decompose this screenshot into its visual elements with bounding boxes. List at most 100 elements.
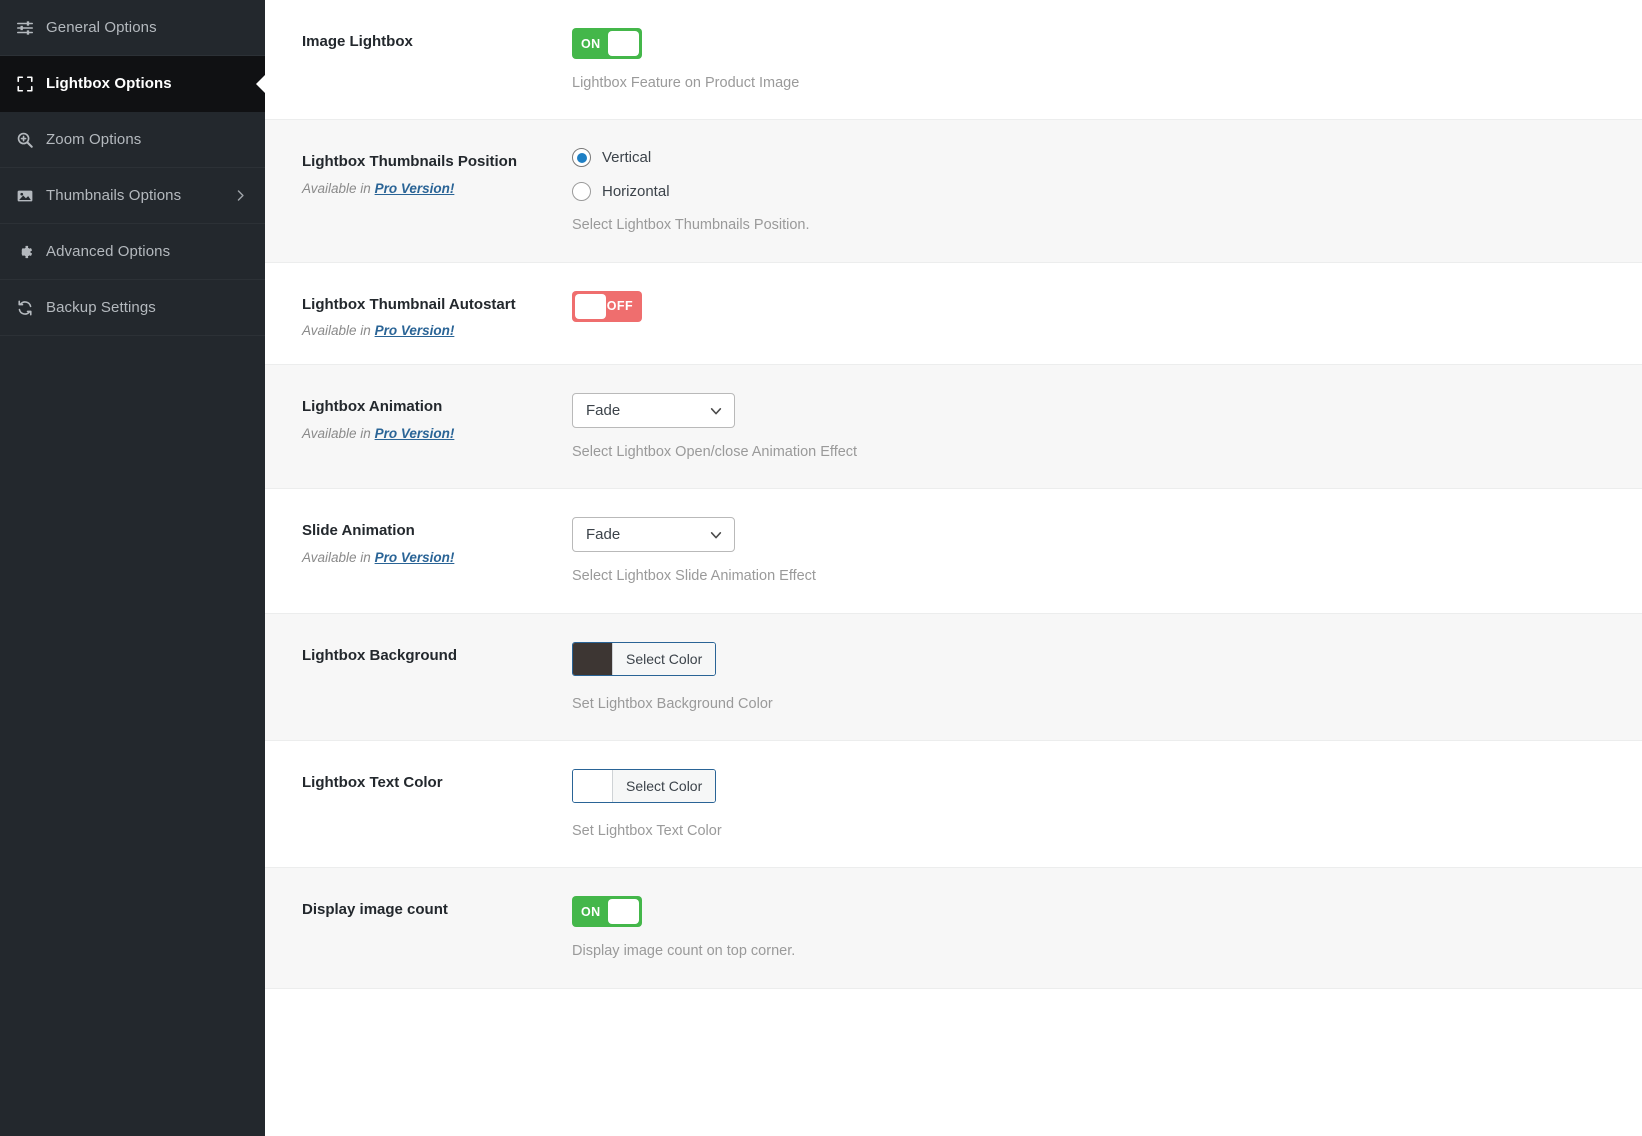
settings-page: General Options Lightbox Options Zoom Opti…	[0, 0, 1642, 1136]
sidebar-nav: General Options Lightbox Options Zoom Opti…	[0, 0, 265, 1136]
setting-control-block: Select Color Set Lightbox Background Colo…	[572, 640, 1642, 714]
chevron-right-icon[interactable]	[233, 189, 247, 203]
sidebar-item-backup-settings[interactable]: Backup Settings	[0, 280, 265, 336]
setting-title: Lightbox Text Color	[302, 773, 443, 791]
pro-version-note: Available in Pro Version!	[302, 550, 572, 565]
available-in-text: Available in	[302, 425, 371, 441]
chevron-down-icon	[709, 528, 723, 542]
setting-control-block: ON Display image count on top corner.	[572, 894, 1642, 961]
select-color-button[interactable]: Select Color	[612, 642, 716, 675]
setting-title: Slide Animation	[302, 522, 415, 540]
pro-version-note: Available in Pro Version!	[302, 426, 572, 441]
select-value: Fade	[586, 526, 621, 544]
setting-title: Lightbox Thumbnails Position	[302, 153, 517, 171]
help-text: Set Lightbox Background Color	[572, 695, 773, 712]
help-text: Select Lightbox Open/close Animation Eff…	[572, 444, 858, 461]
setting-label-block: Lightbox Background	[302, 640, 572, 714]
select-lightbox-animation[interactable]: Fade	[572, 393, 735, 429]
setting-control-block: Fade Select Lightbox Slide Animation Effe…	[572, 515, 1642, 586]
setting-control-block: OFF	[572, 289, 1642, 339]
sidebar-item-general-options[interactable]: General Options	[0, 0, 265, 56]
sidebar-item-label: Zoom Options	[46, 131, 142, 148]
color-swatch	[573, 642, 612, 675]
setting-label-block: Lightbox Thumbnails Position Available in…	[302, 146, 572, 235]
sidebar-item-zoom-options[interactable]: Zoom Options	[0, 112, 265, 168]
sidebar-item-label: Thumbnails Options	[46, 187, 182, 204]
help-text: Set Lightbox Text Color	[572, 822, 722, 839]
setting-label-block: Image Lightbox	[302, 26, 572, 93]
pro-version-link[interactable]: Pro Version!	[375, 181, 455, 196]
settings-content: Image Lightbox ON Lightbox Feature on Prod…	[265, 0, 1642, 1136]
radio-option-vertical[interactable]: Vertical	[572, 148, 1642, 168]
toggle-image-lightbox[interactable]: ON	[572, 28, 642, 59]
select-value: Fade	[586, 402, 621, 420]
toggle-knob	[608, 31, 639, 56]
help-text: Select Lightbox Thumbnails Position.	[572, 217, 810, 234]
sidebar-item-label: Lightbox Options	[46, 75, 172, 92]
toggle-knob	[575, 293, 606, 319]
help-text: Select Lightbox Slide Animation Effect	[572, 568, 816, 585]
available-in-text: Available in	[302, 323, 371, 339]
setting-row-image-lightbox: Image Lightbox ON Lightbox Feature on Prod…	[265, 0, 1642, 121]
setting-control-block: Vertical Horizontal Select Lightbox Thumbn…	[572, 146, 1642, 235]
pro-version-note: Available in Pro Version!	[302, 181, 572, 196]
setting-label-block: Display image count	[302, 894, 572, 961]
setting-label-block: Slide Animation Available in Pro Version!	[302, 515, 572, 586]
pro-version-note: Available in Pro Version!	[302, 323, 572, 338]
color-picker-lightbox-text-color[interactable]: Select Color	[572, 768, 717, 803]
select-color-button[interactable]: Select Color	[612, 769, 716, 802]
active-indicator-caret	[256, 74, 265, 93]
radio-group-lightbox-thumbnails-position: Vertical Horizontal	[572, 148, 1642, 202]
toggle-knob	[608, 899, 639, 925]
setting-title: Display image count	[302, 901, 448, 919]
pro-version-link[interactable]: Pro Version!	[375, 550, 455, 565]
toggle-lightbox-thumbnail-autostart[interactable]: OFF	[572, 290, 642, 322]
toggle-state-label: ON	[581, 904, 601, 919]
radio-indicator	[572, 182, 591, 202]
setting-label-block: Lightbox Text Color	[302, 767, 572, 841]
pro-version-link[interactable]: Pro Version!	[375, 426, 455, 441]
sidebar-item-lightbox-options[interactable]: Lightbox Options	[0, 56, 265, 112]
radio-option-horizontal[interactable]: Horizontal	[572, 182, 1642, 202]
setting-title: Lightbox Thumbnail Autostart	[302, 295, 516, 313]
gear-icon	[14, 241, 36, 263]
setting-label-block: Lightbox Thumbnail Autostart Available in…	[302, 289, 572, 339]
setting-row-lightbox-background: Lightbox Background Select Color Set Light…	[265, 613, 1642, 741]
radio-option-label: Vertical	[602, 149, 652, 167]
radio-indicator	[572, 148, 591, 168]
sidebar-item-thumbnails-options[interactable]: Thumbnails Options	[0, 168, 265, 224]
available-in-text: Available in	[302, 549, 371, 565]
setting-control-block: Select Color Set Lightbox Text Color	[572, 767, 1642, 841]
setting-label-block: Lightbox Animation Available in Pro Versi…	[302, 391, 572, 462]
setting-row-display-image-count: Display image count ON Display image count…	[265, 868, 1642, 989]
help-text: Lightbox Feature on Product Image	[572, 75, 800, 91]
sliders-icon	[14, 17, 36, 39]
toggle-state-label: ON	[581, 36, 601, 51]
select-slide-animation[interactable]: Fade	[572, 517, 735, 553]
image-icon	[14, 185, 36, 207]
color-swatch	[573, 769, 612, 802]
pro-version-link[interactable]: Pro Version!	[375, 323, 455, 338]
help-text: Display image count on top corner.	[572, 943, 796, 960]
available-in-text: Available in	[302, 180, 371, 196]
refresh-icon	[14, 297, 36, 319]
setting-row-lightbox-animation: Lightbox Animation Available in Pro Versi…	[265, 365, 1642, 490]
sidebar-item-label: Backup Settings	[46, 299, 156, 316]
setting-title: Image Lightbox	[302, 33, 413, 50]
setting-title: Lightbox Background	[302, 646, 457, 664]
setting-row-lightbox-thumbnail-autostart: Lightbox Thumbnail Autostart Available in…	[265, 262, 1642, 366]
setting-control-block: ON Lightbox Feature on Product Image	[572, 26, 1642, 93]
sidebar-item-label: Advanced Options	[46, 243, 171, 260]
magnifier-plus-icon	[14, 129, 36, 151]
color-picker-lightbox-background[interactable]: Select Color	[572, 641, 717, 676]
setting-title: Lightbox Animation	[302, 398, 443, 416]
setting-row-slide-animation: Slide Animation Available in Pro Version!…	[265, 489, 1642, 614]
sidebar-item-label: General Options	[46, 19, 157, 36]
chevron-down-icon	[709, 404, 723, 418]
setting-control-block: Fade Select Lightbox Open/close Animation…	[572, 391, 1642, 462]
setting-row-lightbox-thumbnails-position: Lightbox Thumbnails Position Available in…	[265, 120, 1642, 263]
toggle-display-image-count[interactable]: ON	[572, 896, 642, 928]
sidebar-item-advanced-options[interactable]: Advanced Options	[0, 224, 265, 280]
radio-option-label: Horizontal	[602, 183, 670, 201]
setting-row-lightbox-text-color: Lightbox Text Color Select Color Set Light…	[265, 740, 1642, 869]
